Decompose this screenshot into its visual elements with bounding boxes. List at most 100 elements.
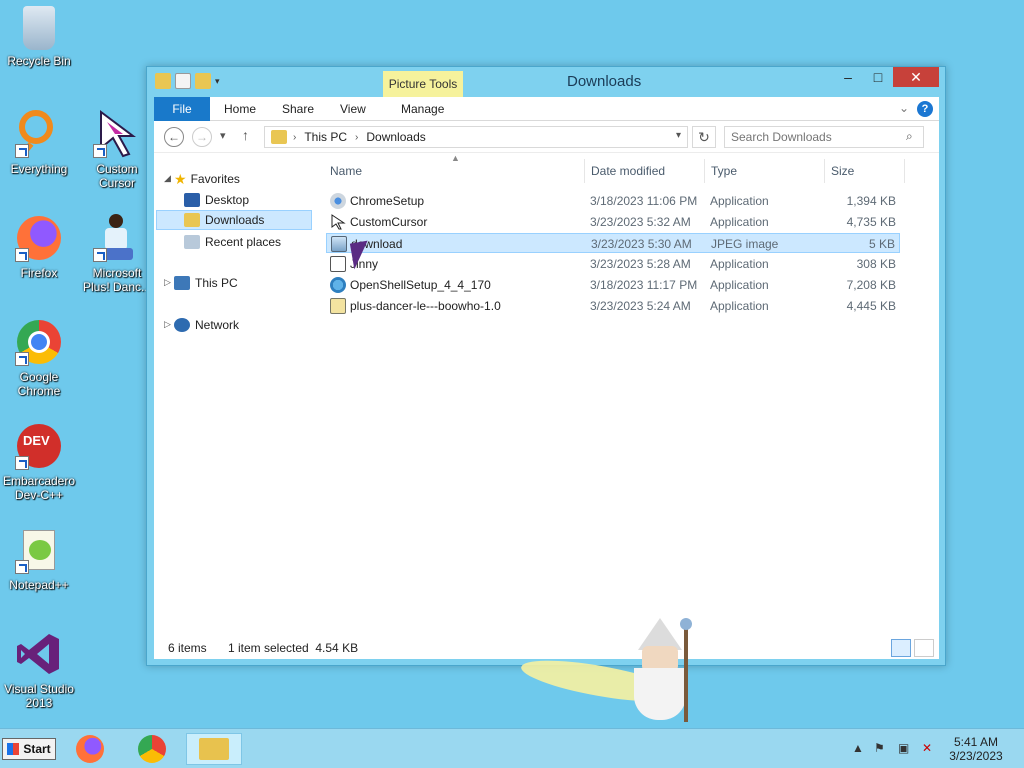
file-type: Application bbox=[710, 215, 769, 229]
file-size: 5 KB bbox=[868, 237, 895, 251]
desktop-icon-firefox[interactable]: Firefox bbox=[0, 214, 78, 280]
taskbar-app-file-explorer[interactable] bbox=[186, 733, 242, 765]
expand-ribbon-icon[interactable]: ⌄ bbox=[899, 101, 909, 115]
table-row[interactable]: plus-dancer-le---boowho-1.0 3/23/2023 5:… bbox=[326, 296, 900, 316]
tab-manage[interactable]: Manage bbox=[401, 97, 444, 121]
status-selection: 1 item selected 4.54 KB bbox=[228, 641, 359, 655]
visual-studio-icon bbox=[15, 630, 63, 678]
nav-item-downloads[interactable]: Downloads bbox=[156, 210, 312, 230]
desktop-icon-microsoft-plus-dancer[interactable]: Microsoft Plus! Danc... bbox=[78, 214, 156, 294]
table-row[interactable]: download 3/23/2023 5:30 AM JPEG image 5 … bbox=[326, 233, 900, 253]
star-icon: ★ bbox=[174, 171, 187, 187]
start-button[interactable]: Start bbox=[2, 738, 56, 760]
file-size: 4,445 KB bbox=[846, 299, 896, 313]
sort-ascending-icon: ▲ bbox=[451, 153, 460, 163]
shortcut-arrow-icon bbox=[15, 352, 29, 366]
refresh-button[interactable]: ↻ bbox=[692, 126, 716, 148]
column-header-type[interactable]: Type bbox=[711, 161, 737, 181]
table-row[interactable]: Jinny 3/23/2023 5:28 AM Application 308 … bbox=[326, 254, 900, 274]
tab-home[interactable]: Home bbox=[224, 97, 256, 121]
close-button[interactable]: ✕ bbox=[893, 67, 939, 87]
new-folder-icon[interactable] bbox=[195, 73, 211, 89]
expand-arrow-icon[interactable]: ▷ bbox=[164, 319, 171, 330]
forward-button[interactable]: → bbox=[192, 127, 212, 147]
desktop-icon-label: Visual Studio 2013 bbox=[4, 682, 74, 710]
nav-favorites[interactable]: ★ Favorites bbox=[174, 169, 240, 189]
window-title: Downloads bbox=[567, 73, 642, 90]
up-arrow-icon[interactable]: ↑ bbox=[242, 127, 249, 143]
desktop-icon-visual-studio[interactable]: Visual Studio 2013 bbox=[0, 630, 78, 710]
large-icons-view-icon[interactable] bbox=[914, 639, 934, 657]
desktop-icon-notepad-plus-plus[interactable]: Notepad++ bbox=[0, 526, 78, 592]
cursor-arrow-icon bbox=[93, 110, 141, 158]
breadcrumb-this-pc[interactable]: This PC bbox=[304, 130, 347, 144]
nav-item-label: Desktop bbox=[205, 193, 250, 207]
desktop-icon-label: Microsoft Plus! Danc... bbox=[82, 266, 152, 294]
volume-muted-icon[interactable]: ✕ bbox=[922, 741, 932, 755]
action-center-flag-icon[interactable]: ⚑ bbox=[874, 741, 885, 755]
file-list: ▲ Name Date modified Type Size ChromeSet… bbox=[326, 153, 939, 637]
collapse-arrow-icon[interactable]: ◢ bbox=[164, 173, 171, 184]
search-icon[interactable]: ⌕ bbox=[906, 129, 913, 144]
everything-icon bbox=[15, 110, 63, 159]
ribbon-tabs: File Home Share View Manage ⌄ ? bbox=[154, 97, 939, 121]
minimize-button[interactable]: – bbox=[833, 67, 863, 87]
explorer-window[interactable]: ▾ Picture Tools Downloads – □ ✕ File Hom… bbox=[146, 66, 946, 666]
nav-network[interactable]: Network bbox=[174, 315, 239, 335]
desktop-icon bbox=[184, 193, 200, 207]
desktop-icon-label: Firefox bbox=[20, 266, 58, 280]
recent-locations-chevron-icon[interactable]: ▾ bbox=[220, 129, 226, 142]
address-dropdown-icon[interactable]: ▾ bbox=[676, 130, 681, 141]
back-button[interactable]: ← bbox=[164, 127, 184, 147]
wizard-mascot-icon[interactable] bbox=[620, 618, 700, 722]
column-header-size[interactable]: Size bbox=[831, 161, 854, 181]
column-header-name[interactable]: Name bbox=[330, 161, 362, 181]
nav-this-pc[interactable]: This PC bbox=[174, 273, 238, 293]
nav-item-recent-places[interactable]: Recent places bbox=[184, 232, 281, 252]
tab-share[interactable]: Share bbox=[282, 97, 314, 121]
clock-time: 5:41 AM bbox=[953, 735, 999, 749]
taskbar-app-chrome[interactable] bbox=[124, 733, 180, 765]
dancer-icon bbox=[93, 214, 141, 262]
help-icon[interactable]: ? bbox=[917, 101, 933, 117]
desktop-icon-recycle-bin[interactable]: Recycle Bin bbox=[0, 6, 78, 68]
properties-icon[interactable] bbox=[175, 73, 191, 89]
table-row[interactable]: CustomCursor 3/23/2023 5:32 AM Applicati… bbox=[326, 212, 900, 232]
nav-item-desktop[interactable]: Desktop bbox=[184, 190, 249, 210]
network-status-icon[interactable]: ▣ bbox=[898, 741, 909, 755]
breadcrumb-downloads[interactable]: Downloads bbox=[366, 130, 425, 144]
column-separator[interactable] bbox=[904, 159, 905, 183]
desktop-icon-embarcadero-dev-cpp[interactable]: DEV Embarcadero Dev-C++ bbox=[0, 422, 78, 502]
nav-this-pc-label: This PC bbox=[195, 276, 238, 290]
chevron-down-icon[interactable]: ▾ bbox=[215, 73, 220, 89]
expand-arrow-icon[interactable]: ▷ bbox=[164, 277, 171, 288]
tab-file[interactable]: File bbox=[154, 97, 210, 121]
column-header-date-modified[interactable]: Date modified bbox=[591, 161, 665, 181]
column-separator[interactable] bbox=[584, 159, 585, 183]
taskbar-app-firefox[interactable] bbox=[62, 733, 118, 765]
shortcut-arrow-icon bbox=[93, 248, 107, 262]
search-input[interactable] bbox=[724, 126, 924, 148]
tab-view[interactable]: View bbox=[340, 97, 366, 121]
table-row[interactable]: ChromeSetup 3/18/2023 11:06 PM Applicati… bbox=[326, 191, 900, 211]
desktop-icon-google-chrome[interactable]: Google Chrome bbox=[0, 318, 78, 398]
system-clock[interactable]: 5:41 AM 3/23/2023 bbox=[946, 735, 1006, 763]
notepad-plus-plus-icon bbox=[15, 526, 63, 574]
desktop-icon-everything[interactable]: Everything bbox=[0, 110, 78, 176]
status-item-count: 6 items bbox=[168, 641, 207, 655]
title-bar[interactable]: ▾ Picture Tools Downloads – □ ✕ bbox=[147, 67, 945, 97]
table-row[interactable]: OpenShellSetup_4_4_170 3/18/2023 11:17 P… bbox=[326, 275, 900, 295]
file-type: JPEG image bbox=[711, 237, 779, 251]
maximize-button[interactable]: □ bbox=[863, 67, 893, 87]
show-hidden-icons-chevron-icon[interactable]: ▲ bbox=[852, 741, 864, 755]
details-view-icon[interactable] bbox=[891, 639, 911, 657]
shortcut-arrow-icon bbox=[93, 144, 107, 158]
contextual-tab-picture-tools: Picture Tools bbox=[383, 71, 463, 97]
address-bar[interactable]: › This PC › Downloads ▾ bbox=[264, 126, 688, 148]
quick-access-toolbar: ▾ bbox=[155, 73, 220, 89]
application-icon bbox=[330, 256, 346, 272]
column-separator[interactable] bbox=[824, 159, 825, 183]
desktop-icon-label: Embarcadero Dev-C++ bbox=[2, 474, 76, 502]
desktop-icon-custom-cursor[interactable]: Custom Cursor bbox=[78, 110, 156, 190]
column-separator[interactable] bbox=[704, 159, 705, 183]
